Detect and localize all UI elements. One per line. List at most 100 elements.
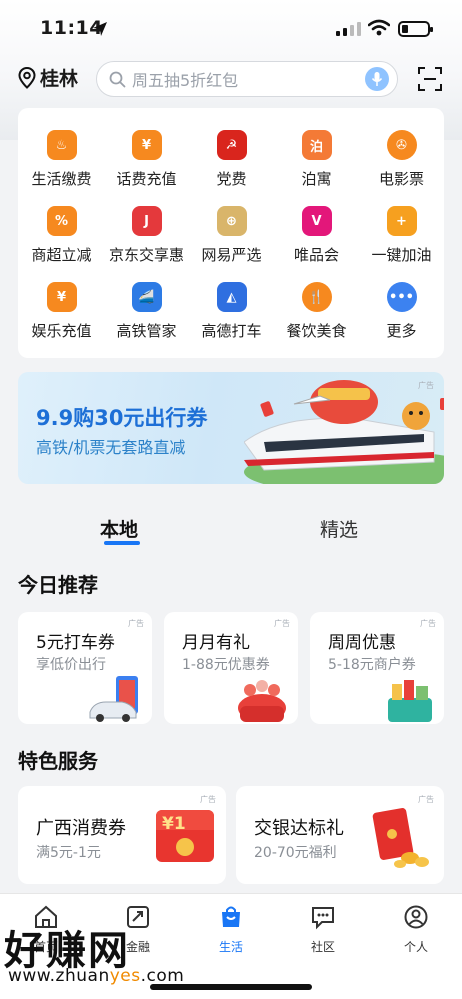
service-label: 电影票	[378, 170, 424, 188]
service-item[interactable]: 🚄 高铁管家	[104, 282, 189, 341]
rec-card-subtitle: 享低价出行	[36, 657, 106, 673]
film-reel-icon: ✇	[386, 130, 417, 160]
service-item[interactable]: ¥ 娱乐充值	[19, 282, 104, 341]
service-label: 商超立减	[31, 246, 92, 264]
ad-tag: 广告	[274, 619, 290, 628]
ad-tag: 广告	[128, 619, 144, 628]
scan-icon[interactable]	[418, 67, 442, 91]
microphone-icon[interactable]	[365, 67, 389, 91]
watermark-url-suffix: .com	[140, 966, 185, 986]
service-item[interactable]: % 商超立减	[19, 206, 104, 265]
service-label: 网易严选	[201, 246, 262, 264]
feat-card-subtitle: 20-70元福利	[254, 845, 337, 861]
feat-card-subtitle: 满5元-1元	[36, 845, 101, 861]
feat-card-title: 交银达标礼	[254, 818, 344, 839]
bullet-train-illustration	[244, 380, 444, 484]
service-label: 一键加油	[371, 246, 432, 264]
gift-pot-icon	[238, 680, 286, 722]
search-input[interactable]: 周五抽5折红包	[96, 61, 398, 97]
service-label: 京东交享惠	[108, 246, 184, 264]
service-label: 生活缴费	[31, 170, 92, 188]
vip-icon: V	[301, 206, 332, 236]
travel-coupon-banner[interactable]: 广告 9.9购30元出行券 高铁/机票无套路直减	[18, 372, 444, 484]
tab-featured[interactable]: 精选	[320, 515, 358, 542]
yanxuan-icon: ⊕	[216, 206, 247, 236]
flame-icon: ♨	[46, 130, 77, 160]
service-label: 高铁管家	[116, 322, 177, 340]
service-item[interactable]: ¥ 话费充值	[104, 130, 189, 189]
nav-label: 生活	[218, 940, 243, 954]
service-item[interactable]: ••• 更多	[359, 282, 444, 341]
rec-card-monthly-gift[interactable]: 广告 月月有礼 1-88元优惠券	[164, 612, 298, 724]
home-indicator	[150, 984, 312, 990]
featured-section-title: 特色服务	[18, 749, 98, 773]
search-icon	[109, 71, 126, 87]
service-item[interactable]: V 唯品会	[274, 206, 359, 265]
rec-card-taxi[interactable]: 广告 5元打车券 享低价出行	[18, 612, 152, 724]
service-item[interactable]: ♨ 生活缴费	[19, 130, 104, 189]
train-icon: 🚄	[131, 282, 162, 312]
rec-card-title: 周周优惠	[328, 633, 396, 653]
service-item[interactable]: 🍴 餐饮美食	[274, 282, 359, 341]
banner-title: 9.9购30元出行券	[36, 406, 208, 430]
service-label: 娱乐充值	[31, 322, 92, 340]
coupon-envelope-icon: ¥1	[156, 810, 214, 862]
ad-tag: 广告	[200, 795, 216, 804]
services-grid: ♨ 生活缴费 ¥ 话费充值 ☭ 党费 泊泊寓 ✇ 电影票 % 商超立减 J 京东交享惠 ⊕ 网易严选 V 唯品会…	[18, 108, 444, 358]
feat-card-consumer-coupon[interactable]: 广告 广西消费券 满5元-1元 ¥1	[18, 786, 226, 884]
today-section-title: 今日推荐	[18, 573, 98, 597]
nav-label: 个人	[403, 940, 428, 954]
amap-icon: ◭	[216, 282, 247, 312]
nav-profile[interactable]: 个人	[376, 904, 456, 955]
rec-card-title: 5元打车券	[36, 633, 115, 653]
yen-phone-icon: ¥	[131, 130, 162, 160]
party-emblem-icon: ☭	[216, 130, 247, 160]
red-envelope-coins-icon	[372, 808, 429, 868]
yen-card-icon: ¥	[46, 282, 77, 312]
more-dots-icon: •••	[386, 282, 417, 312]
active-tab-indicator	[104, 541, 140, 545]
search-placeholder: 周五抽5折红包	[132, 71, 239, 90]
location-arrow-icon	[93, 22, 107, 36]
service-label: 泊寓	[301, 170, 332, 188]
nav-community[interactable]: 社区	[283, 904, 363, 955]
service-label: 话费充值	[116, 170, 177, 188]
feat-card-bocom-gift[interactable]: 广告 交银达标礼 20-70元福利	[236, 786, 444, 884]
city-name: 桂林	[40, 68, 79, 90]
community-chat-icon	[312, 907, 334, 930]
service-label: 更多	[386, 322, 417, 340]
ad-tag: 广告	[420, 619, 436, 628]
service-label: 餐饮美食	[286, 322, 347, 340]
service-item[interactable]: 泊泊寓	[274, 130, 359, 189]
coupon-amount: ¥1	[162, 814, 186, 834]
city-selector[interactable]: 桂林	[18, 64, 78, 91]
service-item[interactable]: ☭ 党费	[189, 130, 274, 189]
watermark-url-highlight: yes	[109, 966, 141, 986]
watermark-url: www.zhuanyes.com	[8, 966, 184, 986]
tab-bar: 本地 精选	[0, 505, 462, 549]
tab-local[interactable]: 本地	[100, 515, 138, 542]
service-label: 党费	[216, 170, 247, 188]
nav-life[interactable]: 生活	[191, 904, 271, 955]
wifi-icon	[368, 19, 390, 36]
ad-tag: 广告	[418, 795, 434, 804]
service-label: 唯品会	[293, 246, 339, 264]
watermark-url-prefix: www.zhuan	[8, 966, 110, 986]
location-pin-icon	[18, 66, 36, 89]
fuel-icon: +	[386, 206, 417, 236]
rec-card-title: 月月有礼	[182, 633, 250, 653]
service-item[interactable]: ◭ 高德打车	[189, 282, 274, 341]
person-icon	[404, 905, 428, 929]
service-item[interactable]: J 京东交享惠	[104, 206, 189, 265]
battery-icon	[398, 21, 433, 37]
rec-card-weekly-offer[interactable]: 广告 周周优惠 5-18元商户券	[310, 612, 444, 724]
nav-label: 社区	[310, 940, 335, 954]
shopping-basket-icon	[388, 680, 432, 722]
service-item[interactable]: + 一键加油	[359, 206, 444, 265]
service-label: 高德打车	[201, 322, 262, 340]
service-item[interactable]: ✇ 电影票	[359, 130, 444, 189]
feat-card-title: 广西消费券	[36, 818, 126, 839]
fork-knife-icon: 🍴	[301, 282, 332, 312]
service-item[interactable]: ⊕ 网易严选	[189, 206, 274, 265]
cellular-signal-icon	[336, 22, 361, 36]
